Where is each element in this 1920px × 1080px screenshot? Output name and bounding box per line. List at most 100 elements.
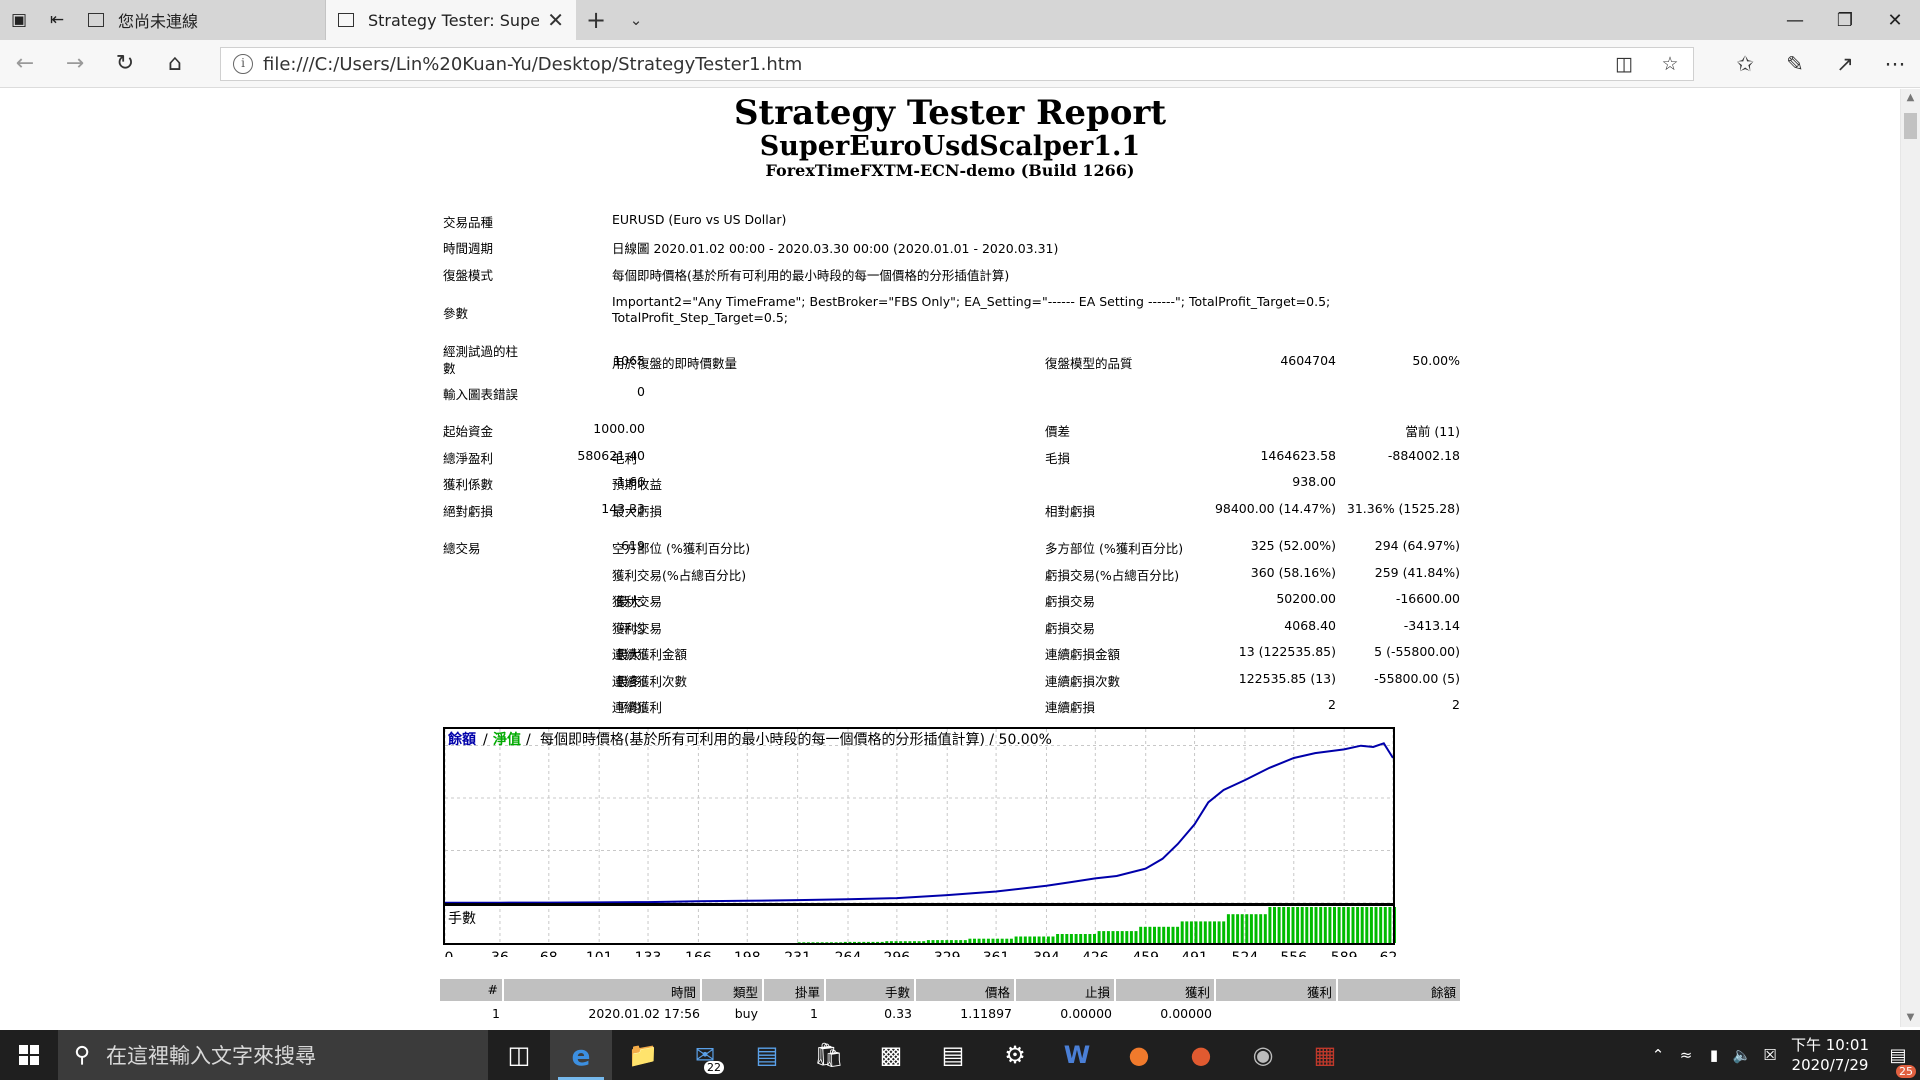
volume-bar xyxy=(949,940,953,943)
taskbar-search[interactable]: ⚲ 在這裡輸入文字來搜尋 xyxy=(58,1030,488,1080)
winrar-icon[interactable]: ▦ xyxy=(1294,1030,1356,1080)
label: 參數 xyxy=(443,306,469,321)
chart-svg: 餘額 / 淨值 / 每個即時價格(基於所有可利用的最小時段的每一個價格的分形插值… xyxy=(443,727,1396,957)
back-button[interactable]: ← xyxy=(0,40,50,88)
x-tick-label: 296 xyxy=(883,950,910,957)
cell: 0.00000 xyxy=(1060,1006,1112,1021)
volume-bar xyxy=(1037,936,1041,943)
x-tick-label: 166 xyxy=(685,950,712,957)
scroll-up-icon[interactable]: ▲ xyxy=(1901,89,1920,107)
url-text[interactable]: file:///C:/Users/Lin%20Kuan-Yu/Desktop/S… xyxy=(263,54,1601,75)
volume-bar xyxy=(977,938,981,943)
value: 31.36% (1525.28) xyxy=(1346,501,1460,516)
close-window-button[interactable]: ✕ xyxy=(1870,0,1920,40)
tab-strategy-tester[interactable]: Strategy Tester: SuperEu ✕ xyxy=(326,0,576,40)
balance-chart: 餘額 / 淨值 / 每個即時價格(基於所有可利用的最小時段的每一個價格的分形插值… xyxy=(443,727,1396,957)
tab-offline[interactable]: 您尚未連線 xyxy=(76,0,326,40)
x-tick-label: 231 xyxy=(784,950,811,957)
volume-bar xyxy=(1166,926,1170,943)
start-button[interactable] xyxy=(0,1030,58,1080)
volume-bar xyxy=(982,938,986,943)
vertical-scrollbar[interactable]: ▲ ▼ xyxy=(1900,89,1920,1027)
volume-bar xyxy=(1171,926,1175,943)
store-icon[interactable]: 🛍 xyxy=(798,1030,860,1080)
disc-app-icon[interactable]: ◉ xyxy=(1232,1030,1294,1080)
notes-app-icon[interactable]: ▤ xyxy=(922,1030,984,1080)
volume-bar xyxy=(1319,907,1323,943)
volume-bar xyxy=(1342,907,1346,943)
set-aside-tabs-icon[interactable]: ⇤ xyxy=(38,0,76,40)
forward-button[interactable]: → xyxy=(50,40,100,88)
show-hidden-icons-icon[interactable]: ⌃ xyxy=(1644,1046,1672,1064)
value: 294 (64.97%) xyxy=(1374,538,1460,553)
refresh-button[interactable]: ↻ xyxy=(100,40,150,88)
chart-plot-area xyxy=(443,727,1396,904)
ime-icon[interactable]: ☒ xyxy=(1756,1046,1784,1064)
firefox-icon[interactable]: ● xyxy=(1108,1030,1170,1080)
volume-bar xyxy=(1106,931,1110,943)
clock[interactable]: 下午 10:01 2020/7/29 xyxy=(1784,1035,1876,1075)
home-button[interactable]: ⌂ xyxy=(150,40,200,88)
label: 輸入圖表錯誤 xyxy=(443,387,519,402)
volume-bar xyxy=(1125,931,1129,943)
volume-bar xyxy=(931,940,935,943)
x-tick-label: 0 xyxy=(445,950,454,957)
label: 連續獲利次數 xyxy=(612,674,688,689)
battery-icon[interactable]: ▮ xyxy=(1700,1046,1728,1064)
volume-bar xyxy=(1000,938,1004,943)
info-icon[interactable]: i xyxy=(233,54,253,74)
tab-preview-chevron-icon[interactable]: ⌄ xyxy=(616,0,656,40)
reading-view-icon[interactable]: ◫ xyxy=(1601,53,1647,75)
edge-browser-icon[interactable]: e xyxy=(550,1030,612,1080)
word-icon[interactable]: W xyxy=(1046,1030,1108,1080)
volume-label: 手數 xyxy=(448,911,476,927)
minimize-button[interactable]: — xyxy=(1770,0,1820,40)
volume-bar xyxy=(1129,931,1133,943)
file-explorer-icon[interactable]: 📁 xyxy=(612,1030,674,1080)
app-icon[interactable]: ● xyxy=(1170,1030,1232,1080)
wifi-icon[interactable]: ≈ xyxy=(1672,1046,1700,1064)
volume-bars xyxy=(797,907,1396,943)
more-icon[interactable]: ⋯ xyxy=(1870,40,1920,88)
x-tick-label: 329 xyxy=(934,950,961,957)
share-icon[interactable]: ↗ xyxy=(1820,40,1870,88)
volume-bar xyxy=(1213,921,1216,943)
value: -55800.00 (5) xyxy=(1374,671,1460,686)
volume-bar xyxy=(1162,926,1166,943)
label: 獲利係數 xyxy=(443,477,494,492)
volume-bar xyxy=(1337,907,1341,943)
system-tray: ⌃ ≈ ▮ 🔈 ☒ 下午 10:01 2020/7/29 ▤ 25 xyxy=(1644,1030,1920,1080)
report-page: Strategy Tester Report SuperEuroUsdScalp… xyxy=(0,89,1900,1027)
mail-icon[interactable]: ✉ 22 xyxy=(674,1030,736,1080)
scroll-down-icon[interactable]: ▼ xyxy=(1901,1009,1920,1027)
tab-actions-icon[interactable]: ▣ xyxy=(0,0,38,40)
volume-bar xyxy=(1143,926,1147,943)
task-view-icon[interactable]: ◫ xyxy=(488,1030,550,1080)
favorite-star-icon[interactable]: ☆ xyxy=(1647,53,1693,75)
tab-bar: ▣ ⇤ 您尚未連線 Strategy Tester: SuperEu ✕ + ⌄… xyxy=(0,0,1920,40)
new-tab-button[interactable]: + xyxy=(576,0,616,40)
volume-bar xyxy=(1208,921,1212,943)
address-bar[interactable]: i file:///C:/Users/Lin%20Kuan-Yu/Desktop… xyxy=(220,47,1694,81)
settings-gear-icon[interactable]: ⚙ xyxy=(984,1030,1046,1080)
volume-bar xyxy=(1333,907,1336,943)
x-tick-label: 589 xyxy=(1331,950,1358,957)
volume-icon[interactable]: 🔈 xyxy=(1728,1046,1756,1064)
value: 日線圖 2020.01.02 00:00 - 2020.03.30 00:00 … xyxy=(612,241,1059,256)
scroll-thumb[interactable] xyxy=(1904,113,1917,139)
label: 復盤模型的品質 xyxy=(1045,356,1133,371)
favorites-icon[interactable]: ✩ xyxy=(1720,40,1770,88)
legend-balance: 餘額 xyxy=(448,731,476,748)
close-tab-icon[interactable]: ✕ xyxy=(547,8,564,32)
restore-button[interactable]: ❐ xyxy=(1820,0,1870,40)
mt4-terminal-icon[interactable]: ▩ xyxy=(860,1030,922,1080)
label: 經測試過的柱數 xyxy=(443,343,518,377)
x-tick-label: 36 xyxy=(491,950,509,957)
mail-badge: 22 xyxy=(704,1061,724,1074)
pen-icon[interactable]: ✎ xyxy=(1770,40,1820,88)
action-center-icon[interactable]: ▤ 25 xyxy=(1876,1045,1920,1078)
volume-bar xyxy=(825,942,829,943)
contacts-icon[interactable]: ▤ xyxy=(736,1030,798,1080)
col-profit: 獲利 xyxy=(1216,979,1336,1001)
volume-bar xyxy=(848,941,852,943)
